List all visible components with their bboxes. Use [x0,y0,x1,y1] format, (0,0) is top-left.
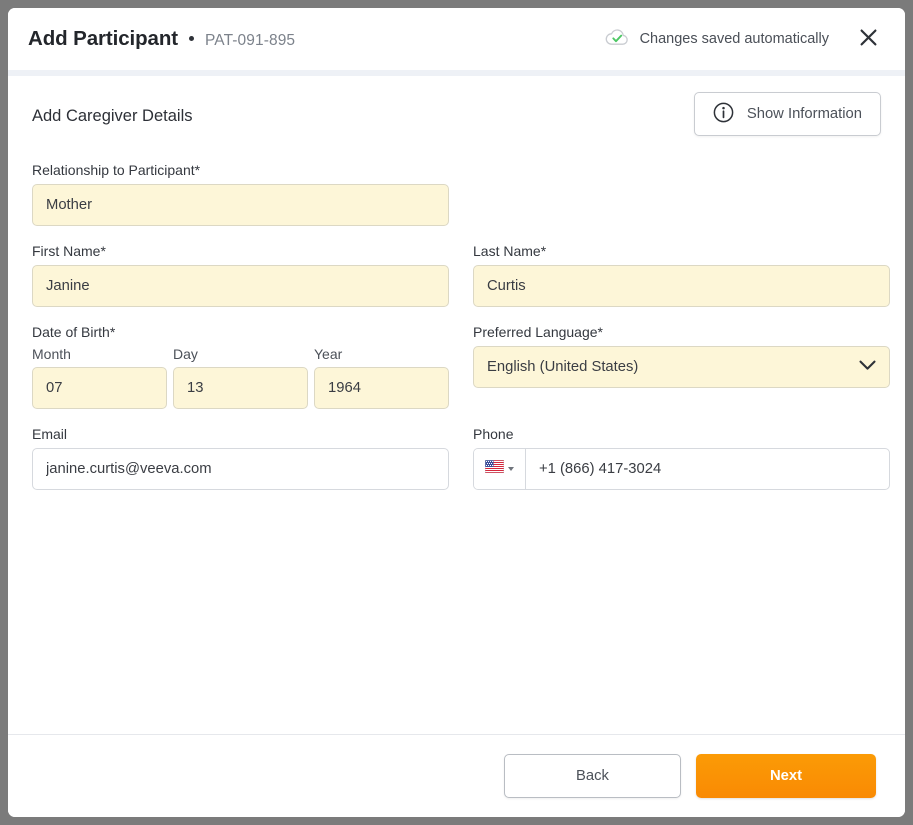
date-of-birth-label: Date of Birth* [32,324,116,340]
field-date-of-birth: Date of Birth* Month Day Year [32,324,449,409]
dob-day-input[interactable] [173,367,308,409]
phone-input-group [473,448,890,490]
field-first-name: First Name* [32,243,449,307]
first-name-label: First Name* [32,243,106,259]
preferred-language-select-wrap [473,346,890,388]
field-last-name: Last Name* [473,243,890,307]
modal-title-group: Add Participant PAT-091-895 [28,27,295,51]
save-status: Changes saved automatically [605,27,829,52]
add-participant-modal: Add Participant PAT-091-895 Changes save… [8,8,905,817]
close-button[interactable] [853,24,883,54]
form-row-contact: Email Phone [32,426,890,490]
modal-body: Add Caregiver Details Show Information R… [8,76,905,734]
dob-year-label: Year [314,346,343,362]
preferred-language-label: Preferred Language* [473,324,603,340]
info-circle-icon [713,102,734,126]
first-name-input[interactable] [32,265,449,307]
form-row-relationship: Relationship to Participant* [32,162,881,226]
email-label: Email [32,426,68,442]
us-flag-icon [484,459,505,478]
field-email: Email [32,426,449,490]
modal-footer: Back Next [8,734,905,817]
form-row-names: First Name* Last Name* [32,243,890,307]
title-separator-dot [189,36,194,41]
form-spacer-1 [473,162,890,226]
page-title: Add Participant [28,27,178,50]
caregiver-form: Relationship to Participant* First Name*… [32,162,890,490]
email-input[interactable] [32,448,449,490]
save-status-label: Changes saved automatically [639,31,829,47]
dob-day-label: Day [173,346,198,362]
form-row-dob-language: Date of Birth* Month Day Year [32,324,890,409]
relationship-input[interactable] [32,184,449,226]
field-preferred-language: Preferred Language* [473,324,890,409]
field-dob-year: Year [314,346,449,409]
dob-year-input[interactable] [314,367,449,409]
cloud-check-icon [605,27,629,52]
dob-month-input[interactable] [32,367,167,409]
modal-header: Add Participant PAT-091-895 Changes save… [8,8,905,76]
dob-month-label: Month [32,346,71,362]
phone-number-input[interactable] [526,449,889,489]
date-of-birth-group: Month Day Year [32,346,449,409]
section-title: Add Caregiver Details [32,107,193,125]
last-name-input[interactable] [473,265,890,307]
last-name-label: Last Name* [473,243,547,259]
header-right-group: Changes saved automatically [605,24,883,54]
relationship-label: Relationship to Participant* [32,162,201,178]
field-relationship: Relationship to Participant* [32,162,449,226]
next-button[interactable]: Next [696,754,876,798]
preferred-language-select[interactable] [473,346,890,388]
section-header-row: Add Caregiver Details Show Information [32,92,881,146]
show-information-button[interactable]: Show Information [693,92,881,136]
back-button[interactable]: Back [504,754,681,798]
flag-dropdown-caret-icon [508,467,514,471]
close-icon [860,29,877,49]
phone-label: Phone [473,426,514,442]
country-code-select[interactable] [474,449,526,489]
show-information-label: Show Information [746,106,862,122]
field-phone: Phone [473,426,890,490]
participant-id: PAT-091-895 [205,32,296,49]
field-dob-day: Day [173,346,308,409]
field-dob-month: Month [32,346,167,409]
